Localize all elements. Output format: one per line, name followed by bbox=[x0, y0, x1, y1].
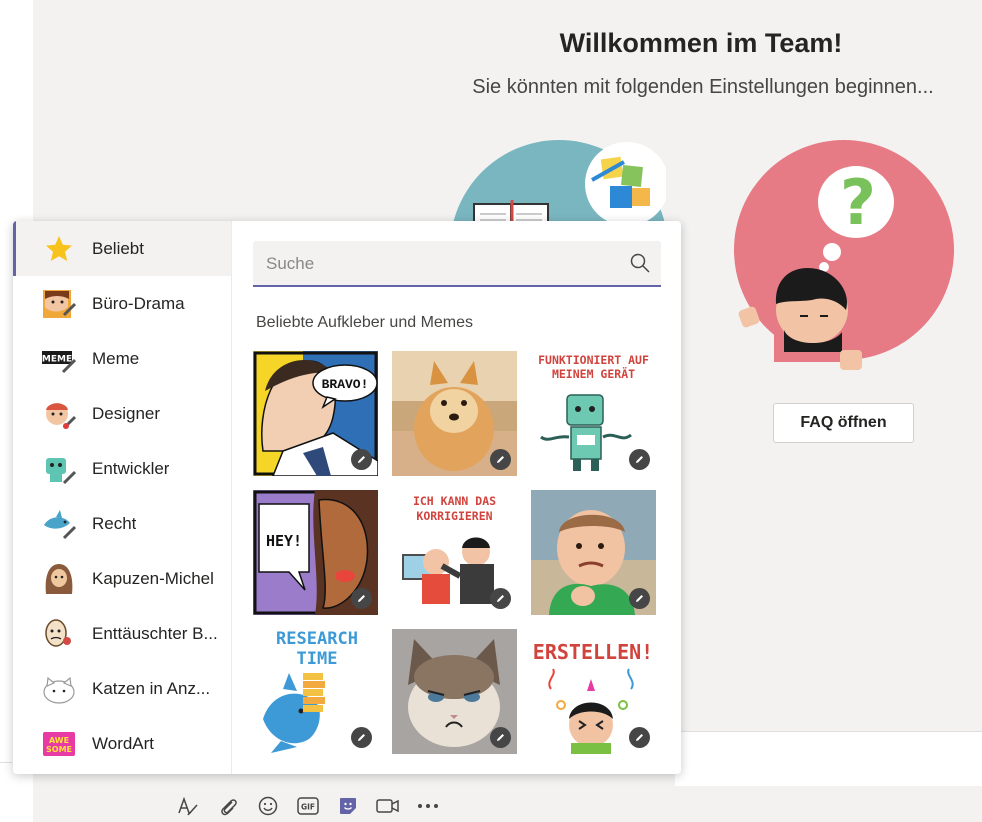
svg-text:SOME: SOME bbox=[46, 745, 72, 754]
format-icon[interactable] bbox=[168, 792, 208, 820]
cat-in-suit-icon bbox=[42, 672, 76, 706]
disappointed-character-icon bbox=[42, 617, 76, 651]
sticker-category-list: Beliebt Büro-Drama MEME Meme Designer En… bbox=[13, 221, 232, 774]
category-label: Recht bbox=[92, 513, 137, 533]
doge-meme-sticker[interactable] bbox=[392, 351, 517, 476]
section-heading: Beliebte Aufkleber und Memes bbox=[256, 314, 474, 331]
category-label: Meme bbox=[92, 348, 140, 368]
meme-icon: MEME bbox=[42, 342, 76, 376]
category-katzen[interactable]: Katzen in Anz... bbox=[13, 661, 231, 716]
category-label: Katzen in Anz... bbox=[92, 678, 211, 698]
category-label: Entwickler bbox=[92, 458, 170, 478]
compose-box[interactable] bbox=[675, 731, 982, 786]
developer-icon bbox=[42, 452, 76, 486]
divider bbox=[0, 762, 12, 763]
works-on-my-machine-sticker[interactable]: FUNKTIONIERT AUF MEINEM GERÄT bbox=[531, 351, 656, 476]
meet-now-icon[interactable] bbox=[368, 792, 408, 820]
edit-icon[interactable] bbox=[629, 449, 650, 470]
edit-icon[interactable] bbox=[490, 588, 511, 609]
research-time-sticker[interactable]: RESEARCH TIME bbox=[253, 629, 378, 754]
attach-icon[interactable] bbox=[208, 792, 248, 820]
category-wordart[interactable]: AWE SOME WordArt bbox=[13, 716, 231, 771]
edit-icon[interactable] bbox=[629, 588, 650, 609]
category-entwickler[interactable]: Entwickler bbox=[13, 441, 231, 496]
hey-comic-sticker[interactable]: HEY! bbox=[253, 490, 378, 615]
svg-text:AWE: AWE bbox=[49, 736, 69, 745]
edit-icon[interactable] bbox=[351, 588, 372, 609]
svg-text:GIF: GIF bbox=[301, 803, 315, 812]
category-beliebt[interactable]: Beliebt bbox=[13, 221, 231, 276]
sticker-caption: ERSTELLEN! bbox=[533, 640, 653, 664]
category-label: WordArt bbox=[92, 733, 155, 753]
category-label: Beliebt bbox=[92, 238, 144, 258]
more-options-icon[interactable] bbox=[408, 792, 448, 820]
category-label: Enttäuschter B... bbox=[92, 623, 218, 643]
search-icon[interactable] bbox=[629, 252, 651, 274]
hooded-character-icon bbox=[42, 562, 76, 596]
welcome-title: Willkommen im Team! bbox=[559, 28, 843, 58]
edit-icon[interactable] bbox=[490, 727, 511, 748]
sticker-caption: FUNKTIONIERT AUF MEINEM GERÄT bbox=[538, 353, 649, 381]
designer-icon bbox=[42, 397, 76, 431]
welcome-subtitle: Sie könnten mit folgenden Einstellungen … bbox=[472, 76, 934, 98]
category-label: Büro-Drama bbox=[92, 293, 185, 313]
edit-icon[interactable] bbox=[490, 449, 511, 470]
category-designer[interactable]: Designer bbox=[13, 386, 231, 441]
legal-shark-icon bbox=[42, 507, 76, 541]
sticker-caption: RESEARCH TIME bbox=[276, 629, 358, 669]
bravo-comic-sticker[interactable]: BRAVO! bbox=[253, 351, 378, 476]
sticker-picker: Beliebt Büro-Drama MEME Meme Designer En… bbox=[13, 221, 681, 774]
edit-icon[interactable] bbox=[629, 727, 650, 748]
category-label: Designer bbox=[92, 403, 161, 423]
star-icon bbox=[42, 232, 76, 266]
svg-text:MEME: MEME bbox=[42, 354, 72, 364]
sticker-caption: BRAVO! bbox=[322, 377, 369, 392]
edit-icon[interactable] bbox=[351, 449, 372, 470]
office-drama-icon bbox=[42, 287, 76, 321]
category-meme[interactable]: MEME Meme bbox=[13, 331, 231, 386]
sticker-search-input[interactable] bbox=[266, 249, 616, 279]
compose-toolbar: GIF bbox=[168, 792, 448, 820]
sticker-search-box bbox=[253, 241, 661, 287]
question-illustration: ? bbox=[734, 140, 956, 372]
success-kid-meme-sticker[interactable] bbox=[531, 490, 656, 615]
sticker-caption: ICH KANN DAS KORRIGIEREN bbox=[412, 494, 497, 523]
category-enttaeuschter[interactable]: Enttäuschter B... bbox=[13, 606, 231, 661]
sticker-icon[interactable] bbox=[328, 792, 368, 820]
wordart-icon: AWE SOME bbox=[42, 727, 76, 761]
faq-button[interactable]: FAQ öffnen bbox=[773, 403, 914, 443]
emoji-icon[interactable] bbox=[248, 792, 288, 820]
sticker-caption: HEY! bbox=[266, 532, 302, 550]
edit-icon[interactable] bbox=[351, 727, 372, 748]
category-buero-drama[interactable]: Büro-Drama bbox=[13, 276, 231, 331]
category-recht[interactable]: Recht bbox=[13, 496, 231, 551]
create-sticker[interactable]: ERSTELLEN! bbox=[531, 629, 656, 754]
grumpy-cat-meme-sticker[interactable] bbox=[392, 629, 517, 754]
svg-text:?: ? bbox=[840, 166, 876, 239]
category-kapuzen-michel[interactable]: Kapuzen-Michel bbox=[13, 551, 231, 606]
gif-icon[interactable]: GIF bbox=[288, 792, 328, 820]
i-can-fix-that-sticker[interactable]: ICH KANN DAS KORRIGIEREN bbox=[392, 490, 517, 615]
category-label: Kapuzen-Michel bbox=[92, 568, 214, 588]
